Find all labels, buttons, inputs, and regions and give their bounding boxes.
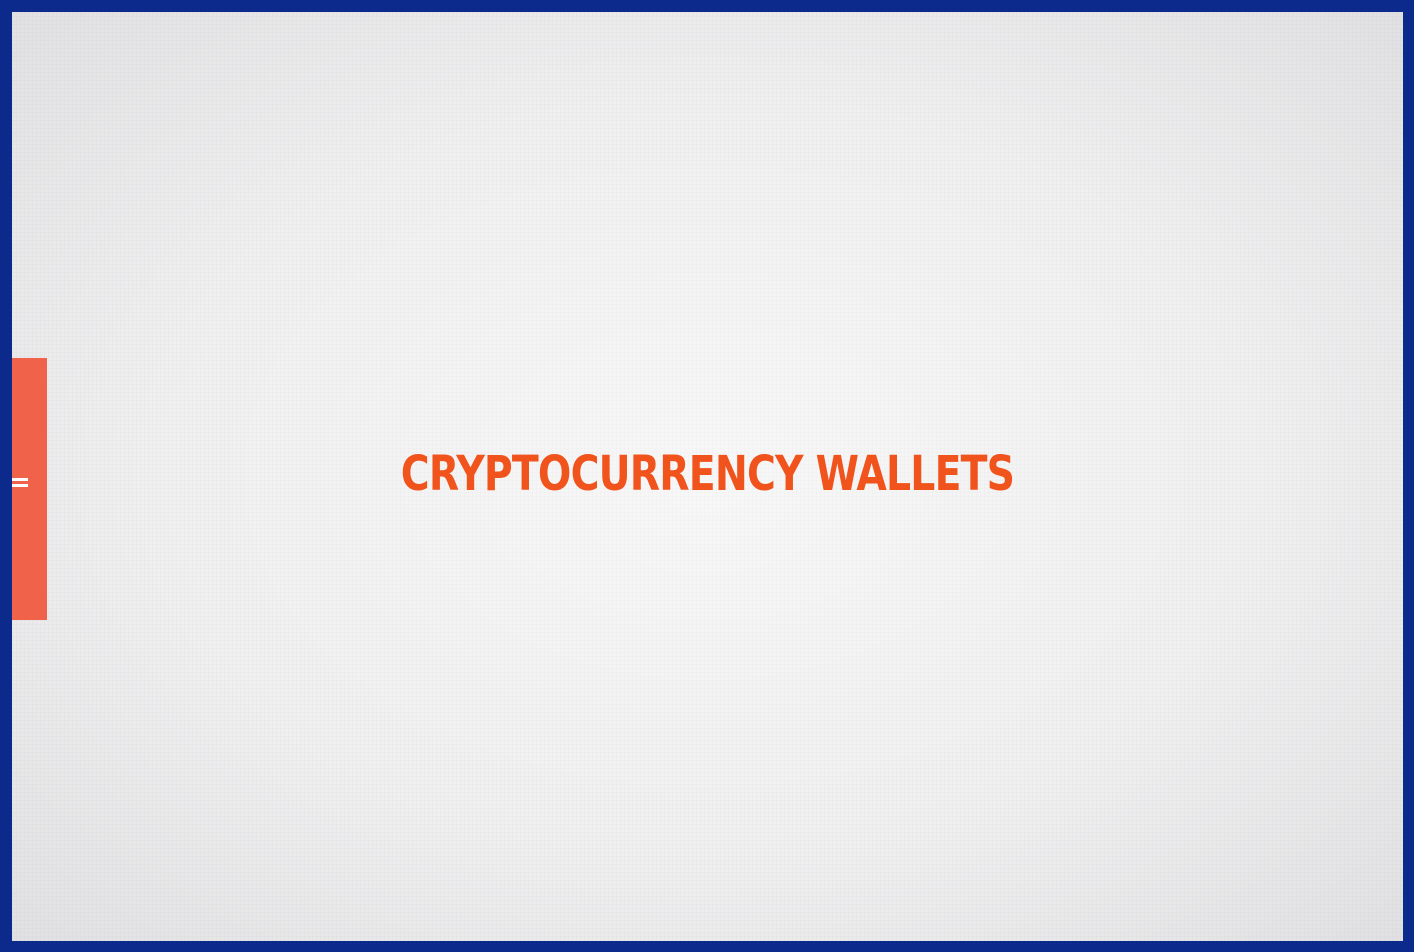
menu-icon[interactable] xyxy=(12,477,28,488)
slide-title: CRYPTOCURRENCY WALLETS xyxy=(400,446,1015,502)
slide-canvas: CRYPTOCURRENCY WALLETS xyxy=(12,12,1403,941)
slide-frame: CRYPTOCURRENCY WALLETS xyxy=(0,0,1414,952)
side-menu-tab[interactable] xyxy=(12,358,47,620)
